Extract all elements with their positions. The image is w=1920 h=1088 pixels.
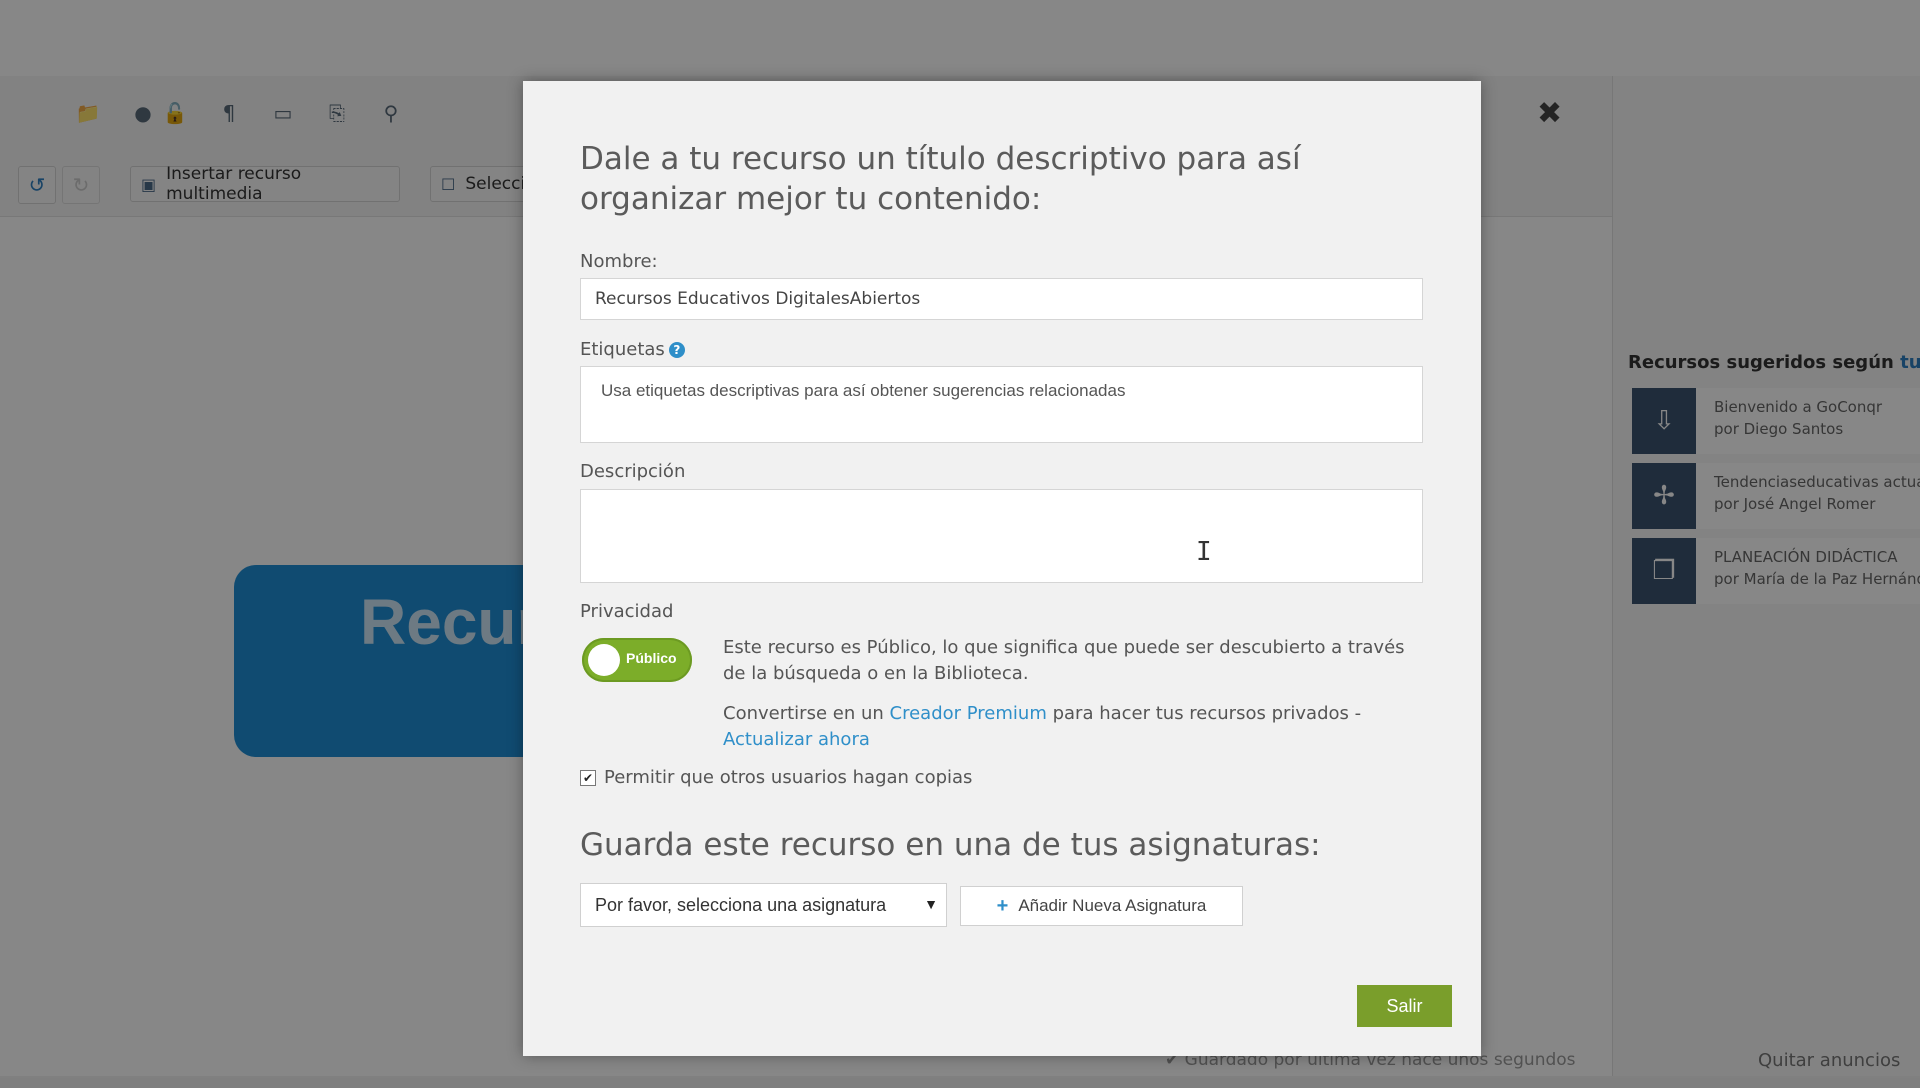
dialog-title: Dale a tu recurso un título descriptivo … [580, 141, 1301, 217]
name-field[interactable]: Recursos Educativos DigitalesAbiertos [580, 278, 1423, 320]
tags-placeholder: Usa etiquetas descriptivas para así obte… [601, 381, 1126, 400]
allow-copies-label: Permitir que otros usuarios hagan copias [604, 767, 973, 788]
allow-copies-checkbox[interactable]: ✔ [580, 769, 596, 786]
caret-down-icon: ▼ [924, 896, 938, 912]
add-subject-label: Añadir Nueva Asignatura [1018, 896, 1207, 915]
text-cursor-icon: I [1196, 537, 1212, 567]
premium-text: Convertirse en un Creador Premium para h… [723, 703, 1362, 750]
name-value: Recursos Educativos DigitalesAbiertos [595, 289, 921, 309]
privacy-description: Este recurso es Público, lo que signific… [723, 637, 1405, 684]
name-label: Nombre: [580, 251, 658, 272]
privacy-toggle[interactable]: Público [582, 638, 692, 682]
subjects-title: Guarda este recurso en una de tus asigna… [580, 827, 1321, 863]
toggle-knob [588, 644, 620, 676]
tags-field[interactable]: Usa etiquetas descriptivas para así obte… [580, 366, 1423, 443]
description-field[interactable] [580, 489, 1423, 583]
exit-label: Salir [1386, 995, 1423, 1016]
privacy-toggle-label: Público [626, 650, 677, 666]
exit-button[interactable]: Salir [1357, 985, 1452, 1027]
subject-select[interactable]: Por favor, selecciona una asignatura ▼ [580, 883, 947, 927]
tags-label-row: Etiquetas? [580, 339, 685, 360]
upgrade-link[interactable]: Actualizar ahora [723, 729, 870, 750]
tags-label: Etiquetas [580, 339, 665, 360]
save-resource-dialog: Dale a tu recurso un título descriptivo … [523, 81, 1481, 1056]
subject-select-value: Por favor, selecciona una asignatura [595, 894, 887, 915]
help-icon[interactable]: ? [668, 342, 685, 358]
description-label: Descripción [580, 461, 686, 482]
plus-icon: + [996, 894, 1009, 917]
privacy-label: Privacidad [580, 601, 674, 622]
add-subject-button[interactable]: + Añadir Nueva Asignatura [960, 886, 1243, 926]
premium-link[interactable]: Creador Premium [890, 703, 1047, 724]
allow-copies-row[interactable]: ✔ Permitir que otros usuarios hagan copi… [580, 767, 972, 788]
